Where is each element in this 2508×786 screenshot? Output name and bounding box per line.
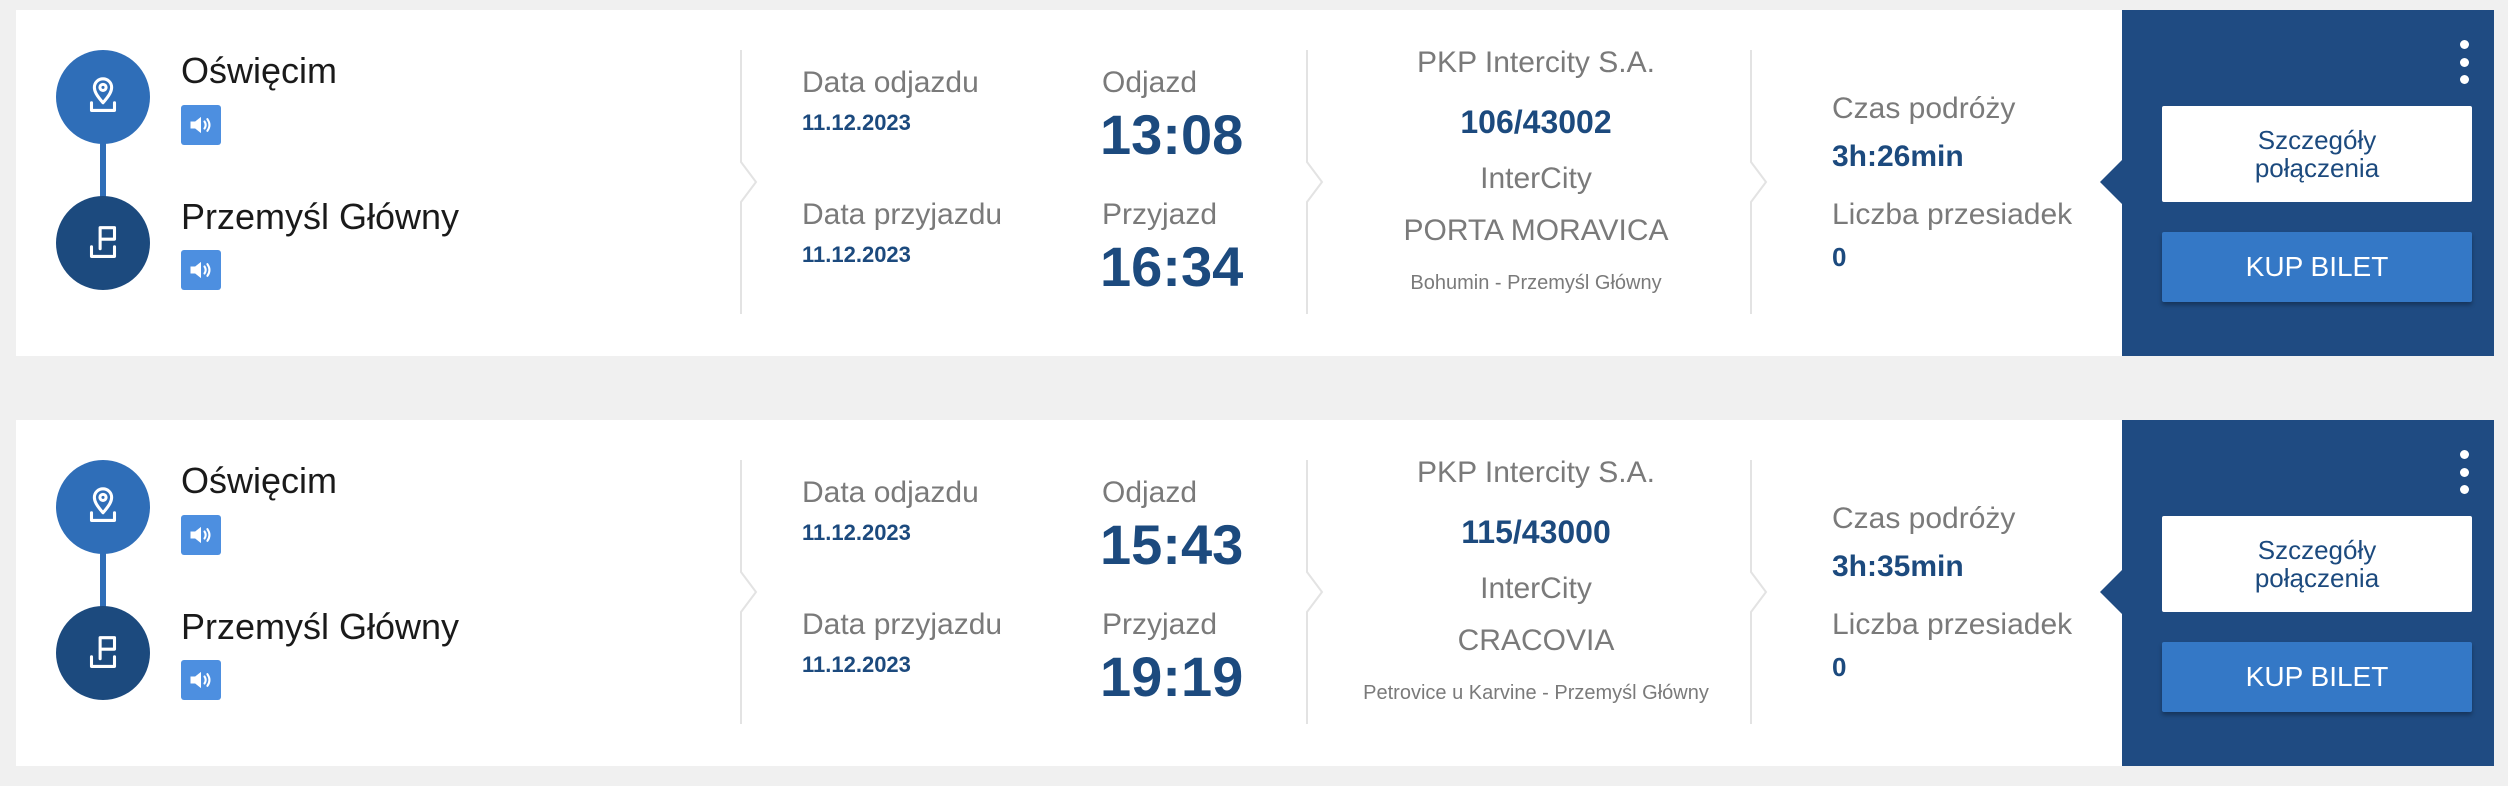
section-divider <box>740 460 770 724</box>
connection-details-button[interactable]: Szczegóły połączenia <box>2162 516 2472 612</box>
departure-label: Odjazd <box>1102 476 1198 509</box>
destination-station: Przemyśl Główny <box>181 606 460 647</box>
transfers-count: 0 <box>1832 242 1847 272</box>
details-button-line1: Szczegóły <box>2257 125 2377 155</box>
train-category: InterCity <box>1480 162 1592 195</box>
connection-card: Oświęcim Przemyśl Główny Data odjazdu 11… <box>16 10 2494 356</box>
speaker-icon[interactable] <box>181 250 221 290</box>
train-category: InterCity <box>1480 572 1592 605</box>
origin-station: Oświęcim <box>181 50 338 91</box>
action-panel: Szczegóły połączenia KUP BILET <box>2100 10 2494 356</box>
panel-notch <box>2100 570 2122 614</box>
train-route: Bohumin - Przemyśl Główny <box>1410 272 1662 294</box>
train-route: Petrovice u Karvine - Przemyśl Główny <box>1363 682 1709 704</box>
travel-time-label: Czas podróży <box>1832 502 2016 535</box>
travel-time-label: Czas podróży <box>1832 92 2016 125</box>
travel-time: 3h:26min <box>1832 140 1964 173</box>
departure-time: 13:08 <box>1100 103 1244 166</box>
details-button-line2: połączenia <box>2254 153 2380 183</box>
carrier-name: PKP Intercity S.A. <box>1417 456 1655 489</box>
panel-notch <box>2100 160 2122 204</box>
arrival-time: 19:19 <box>1100 645 1244 708</box>
flag-icon <box>56 606 150 700</box>
travel-time: 3h:35min <box>1832 550 1964 583</box>
departure-date-label: Data odjazdu <box>802 66 979 99</box>
departure-date-label: Data odjazdu <box>802 476 979 509</box>
arrival-date-label: Data przyjazdu <box>802 608 1003 641</box>
details-button-line1: Szczegóły <box>2257 535 2377 565</box>
flag-icon <box>56 196 150 290</box>
action-panel: Szczegóły połączenia KUP BILET <box>2100 420 2494 766</box>
transfers-label: Liczba przesiadek <box>1832 198 2073 231</box>
more-vertical-icon[interactable] <box>2454 40 2474 84</box>
buy-ticket-button[interactable]: KUP BILET <box>2162 232 2472 302</box>
speaker-icon[interactable] <box>181 660 221 700</box>
train-name: PORTA MORAVICA <box>1403 214 1669 247</box>
location-pin-icon <box>56 460 150 554</box>
carrier-name: PKP Intercity S.A. <box>1417 46 1655 79</box>
connection-card: Oświęcim Przemyśl Główny Data odjazdu 11… <box>16 420 2494 766</box>
section-divider <box>1750 50 1780 314</box>
section-divider <box>740 50 770 314</box>
departure-date: 11.12.2023 <box>802 110 911 135</box>
section-divider <box>1750 460 1780 724</box>
speaker-icon[interactable] <box>181 105 221 145</box>
origin-station: Oświęcim <box>181 460 338 501</box>
arrival-date: 11.12.2023 <box>802 652 911 677</box>
arrival-date-label: Data przyjazdu <box>802 198 1003 231</box>
speaker-icon[interactable] <box>181 515 221 555</box>
details-button-line2: połączenia <box>2254 563 2380 593</box>
arrival-time: 16:34 <box>1100 235 1244 298</box>
departure-date: 11.12.2023 <box>802 520 911 545</box>
train-number: 115/43000 <box>1461 514 1611 550</box>
more-vertical-icon[interactable] <box>2454 450 2474 494</box>
destination-station: Przemyśl Główny <box>181 196 460 237</box>
transfers-label: Liczba przesiadek <box>1832 608 2073 641</box>
arrival-date: 11.12.2023 <box>802 242 911 267</box>
connection-details-button[interactable]: Szczegóły połączenia <box>2162 106 2472 202</box>
train-name: CRACOVIA <box>1457 624 1615 657</box>
arrival-label: Przyjazd <box>1102 608 1218 641</box>
transfers-count: 0 <box>1832 652 1847 682</box>
departure-label: Odjazd <box>1102 66 1198 99</box>
route-connector-line <box>100 552 106 610</box>
arrival-label: Przyjazd <box>1102 198 1218 231</box>
buy-ticket-button[interactable]: KUP BILET <box>2162 642 2472 712</box>
train-number: 106/43002 <box>1460 104 1612 140</box>
departure-time: 15:43 <box>1100 513 1244 576</box>
location-pin-icon <box>56 50 150 144</box>
route-connector-line <box>100 142 106 200</box>
